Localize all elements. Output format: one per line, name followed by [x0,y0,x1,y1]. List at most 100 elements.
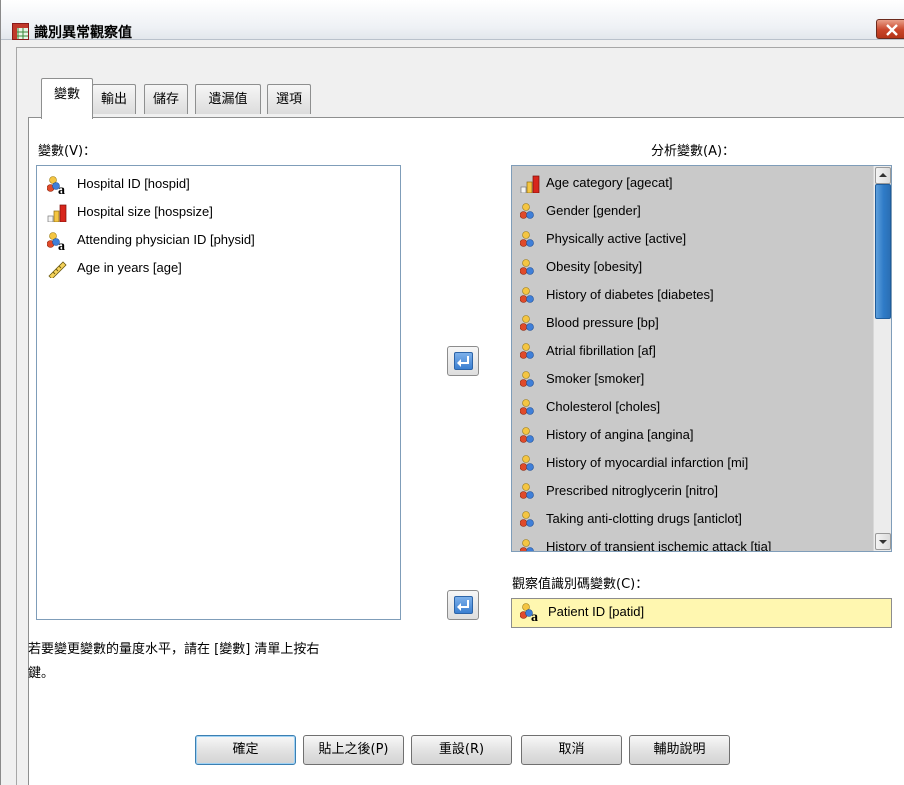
variables-label: 變數(V)： [38,144,97,159]
tab-label: 遺漏值 [208,92,248,107]
reset-button[interactable]: 重設(R) [411,735,512,765]
ordinal-icon [520,175,540,193]
chevron-up-icon [879,173,887,177]
scroll-down-button[interactable] [875,533,891,550]
nominal-icon [520,511,534,527]
scroll-thumb[interactable] [875,184,891,319]
nominal-icon [520,483,534,499]
analysis-variables-label: 分析變數(A)： [651,144,736,159]
nominal-icon [520,203,534,219]
item-label: History of angina [angina] [546,427,694,442]
list-item[interactable]: Atrial fibrillation [af] [512,337,874,365]
help-button[interactable]: 輔助說明 [629,735,730,765]
item-label: Age category [agecat] [546,175,673,190]
nominal-icon [520,399,534,415]
tab-variables[interactable]: 變數 [41,78,93,119]
list-item[interactable]: Age in years [age] [37,254,400,282]
tab-options[interactable]: 選項 [267,84,311,114]
tab-save[interactable]: 儲存 [144,84,188,114]
item-label: Cholesterol [choles] [546,399,661,414]
dialog-window: 識別異常觀察值 變數 輸出 儲存 遺漏值 選項 變數(V)： a Hospita… [0,0,904,785]
item-label: Patient ID [patid] [548,604,645,619]
list-item[interactable]: Taking anti-clotting drugs [anticlot] [512,505,874,533]
nominal-icon [520,231,534,247]
list-item[interactable]: History of myocardial infarction [mi] [512,449,874,477]
analysis-variables-list[interactable]: Age category [agecat] Gender [gender] Phys… [511,165,892,552]
nominal-icon [520,539,534,551]
item-label: Taking anti-clotting drugs [anticlot] [546,511,742,526]
nominal-string-icon: a [47,232,65,250]
arrow-left-icon [457,356,469,367]
window-title: 識別異常觀察值 [34,25,132,41]
svg-text:a: a [58,239,65,250]
hint-line-2: 鍵。 [28,666,55,681]
list-item[interactable]: Age category [agecat] [512,169,874,197]
item-label: Physically active [active] [546,231,687,246]
title-bar[interactable]: 識別異常觀察值 [1,0,904,41]
item-label: Smoker [smoker] [546,371,645,386]
arrow-left-icon [457,600,469,611]
list-item[interactable]: History of transient ischemic attack [ti… [512,533,874,552]
button-face [454,596,473,614]
case-id-label: 觀察值識別碼變數(C)： [512,577,649,592]
item-label: Hospital size [hospsize] [77,204,213,219]
list-item[interactable]: Gender [gender] [512,197,874,225]
list-item[interactable]: Physically active [active] [512,225,874,253]
item-label: History of transient ischemic attack [ti… [546,539,772,552]
list-item[interactable]: Smoker [smoker] [512,365,874,393]
item-label: Blood pressure [bp] [546,315,659,330]
list-item[interactable]: History of angina [angina] [512,421,874,449]
list-item[interactable]: a Attending physician ID [physid] [37,226,400,254]
nominal-string-icon: a [47,176,65,194]
list-item[interactable]: Obesity [obesity] [512,253,874,281]
nominal-icon [520,315,534,331]
item-label: Atrial fibrillation [af] [546,343,656,358]
move-analysis-variable-button[interactable] [447,346,479,376]
button-face [454,352,473,370]
list-item[interactable]: Hospital size [hospsize] [37,198,400,226]
item-label: History of diabetes [diabetes] [546,287,714,302]
list-item[interactable]: Cholesterol [choles] [512,393,874,421]
tab-missing-values[interactable]: 遺漏值 [195,84,261,114]
item-label: Attending physician ID [physid] [77,232,255,247]
move-case-id-button[interactable] [447,590,479,620]
close-button[interactable] [876,19,904,39]
tab-label: 選項 [275,92,302,107]
scale-ruler-icon [48,261,67,278]
ordinal-icon [47,204,67,222]
list-item[interactable]: Blood pressure [bp] [512,309,874,337]
svg-text:a: a [58,183,65,194]
close-icon [886,24,898,36]
variables-list[interactable]: a Hospital ID [hospid] Hospital size [ho… [36,165,401,620]
cancel-button[interactable]: 取消 [521,735,622,765]
item-label: History of myocardial infarction [mi] [546,455,749,470]
case-id-field[interactable]: a Patient ID [patid] [511,598,892,628]
list-item[interactable]: a Hospital ID [hospid] [37,170,400,198]
hint-line-1: 若要變更變數的量度水平，請在 [變數] 清單上按右 [28,642,320,657]
nominal-icon [520,259,534,275]
item-label: Age in years [age] [77,260,182,275]
tab-label: 輸出 [100,92,127,107]
tab-label: 變數 [53,87,80,102]
item-label: Gender [gender] [546,203,641,218]
list-item[interactable]: a Patient ID [patid] [512,599,891,627]
ok-button[interactable]: 確定 [195,735,296,765]
item-label: Prescribed nitroglycerin [nitro] [546,483,718,498]
nominal-string-icon: a [520,603,538,621]
chevron-down-icon [879,540,887,544]
nominal-icon [520,371,534,387]
nominal-icon [520,343,534,359]
item-label: Hospital ID [hospid] [77,176,190,191]
tab-label: 儲存 [152,92,179,107]
app-grid-icon [12,23,29,40]
analysis-scrollbar[interactable] [873,166,891,551]
nominal-icon [520,455,534,471]
nominal-icon [520,287,534,303]
tab-output[interactable]: 輸出 [92,84,136,114]
list-item[interactable]: Prescribed nitroglycerin [nitro] [512,477,874,505]
scroll-up-button[interactable] [875,167,891,184]
paste-button[interactable]: 貼上之後(P) [303,735,404,765]
item-label: Obesity [obesity] [546,259,643,274]
list-item[interactable]: History of diabetes [diabetes] [512,281,874,309]
svg-text:a: a [531,610,538,621]
